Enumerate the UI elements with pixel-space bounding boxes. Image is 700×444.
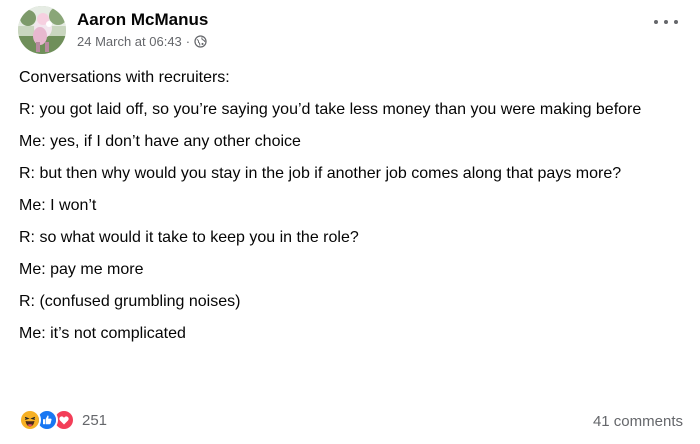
author-name[interactable]: Aaron McManus — [77, 10, 208, 30]
post-body: Conversations with recruiters: R: you go… — [19, 67, 681, 355]
post-paragraph: R: but then why would you stay in the jo… — [19, 165, 622, 182]
reaction-summary[interactable]: 251 — [19, 409, 107, 431]
avatar-image — [18, 6, 66, 54]
haha-icon — [19, 409, 41, 431]
reaction-count[interactable]: 251 — [82, 412, 107, 429]
globe-icon[interactable] — [194, 35, 207, 48]
comments-count-link[interactable]: 41 comments — [593, 413, 683, 430]
post-paragraph: R: you got laid off, so you’re saying yo… — [19, 101, 642, 118]
post-paragraph: Conversations with recruiters: — [19, 69, 230, 86]
post-paragraph: Me: I won’t — [19, 197, 97, 214]
post-paragraph: Me: it’s not complicated — [19, 325, 186, 342]
reaction-icons — [19, 409, 75, 431]
post-meta: 24 March at 06:43 · — [77, 34, 207, 49]
avatar[interactable] — [18, 6, 66, 54]
more-options-icon[interactable] — [654, 14, 678, 30]
post-paragraph: R: (confused grumbling noises) — [19, 293, 241, 310]
post-paragraph: R: so what would it take to keep you in … — [19, 229, 359, 246]
post-paragraph: Me: yes, if I don’t have any other choic… — [19, 133, 301, 150]
post-paragraph: Me: pay me more — [19, 261, 144, 278]
meta-separator: · — [185, 34, 191, 49]
post-timestamp[interactable]: 24 March at 06:43 — [77, 34, 182, 49]
facebook-post: Aaron McManus 24 March at 06:43 · Conver… — [0, 0, 700, 444]
